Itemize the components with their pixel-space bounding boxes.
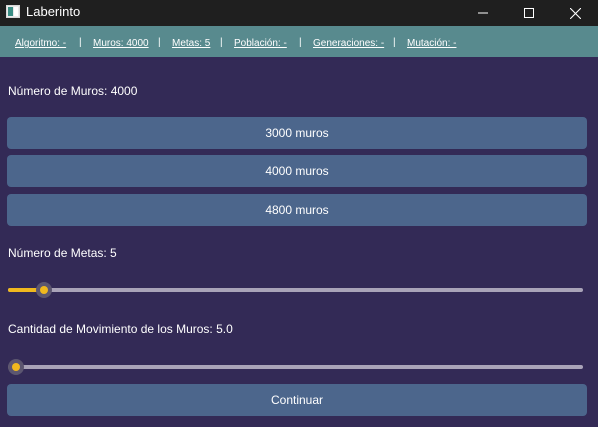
menu-separator: | — [299, 37, 302, 48]
maximize-button[interactable] — [506, 0, 552, 26]
menu-separator: | — [220, 37, 223, 48]
menu-item-muros[interactable]: Muros: 4000 — [93, 38, 149, 50]
walls-3000-button[interactable]: 3000 muros — [7, 117, 587, 149]
close-icon — [569, 7, 581, 19]
walls-4800-button[interactable]: 4800 muros — [7, 194, 587, 226]
menu-item-algoritmo[interactable]: Algoritmo: - — [15, 38, 66, 50]
slider-track — [8, 288, 583, 292]
menu-separator: | — [158, 37, 161, 48]
minimize-icon — [478, 12, 488, 14]
walls-4000-button[interactable]: 4000 muros — [7, 155, 587, 187]
menu-bar: Algoritmo: - | Muros: 4000 | Metas: 5 | … — [0, 26, 598, 57]
window-title: Laberinto — [26, 4, 81, 19]
walls-count-label: Número de Muros: 4000 — [8, 84, 138, 98]
app-window-icon — [6, 5, 20, 18]
menu-item-poblacion[interactable]: Población: - — [234, 38, 287, 50]
menu-separator: | — [79, 37, 82, 48]
menu-item-metas[interactable]: Metas: 5 — [172, 38, 210, 50]
menu-separator: | — [393, 37, 396, 48]
wall-movement-slider[interactable] — [8, 359, 583, 375]
minimize-button[interactable] — [460, 0, 506, 26]
menu-item-generaciones[interactable]: Generaciones: - — [313, 38, 384, 50]
menu-item-mutacion[interactable]: Mutación: - — [407, 38, 456, 50]
slider-thumb[interactable] — [35, 282, 52, 298]
continue-button[interactable]: Continuar — [7, 384, 587, 416]
goals-count-label: Número de Metas: 5 — [8, 246, 117, 260]
wall-movement-label: Cantidad de Movimiento de los Muros: 5.0 — [8, 322, 233, 336]
goals-slider[interactable] — [8, 282, 583, 298]
maximize-icon — [524, 8, 534, 18]
slider-thumb[interactable] — [8, 359, 24, 375]
title-bar: Laberinto — [0, 0, 598, 26]
slider-track — [8, 365, 583, 369]
close-button[interactable] — [552, 0, 598, 26]
